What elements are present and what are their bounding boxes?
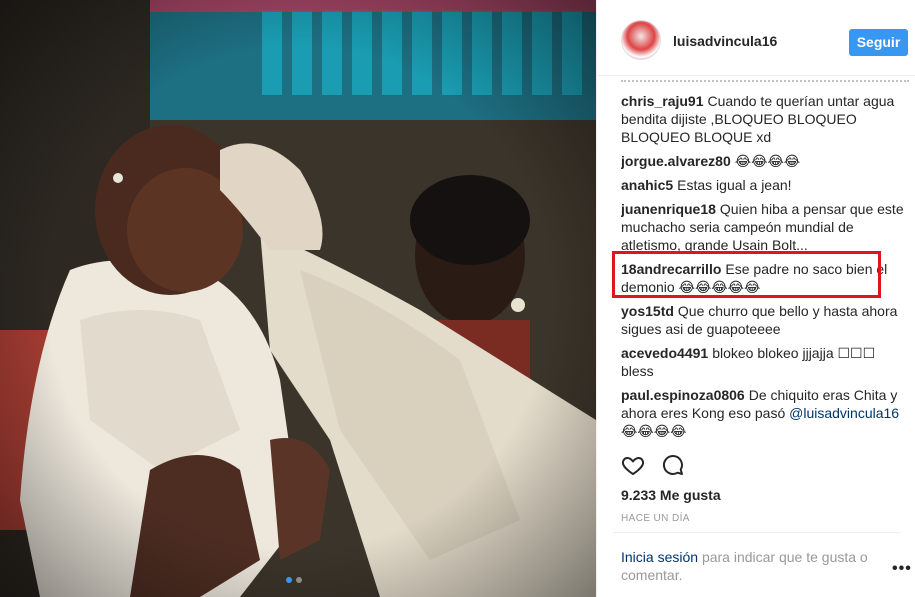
comment-mention[interactable]: @luisadvincula16 xyxy=(789,405,899,421)
comment-author[interactable]: paul.espinoza0806 xyxy=(621,387,745,403)
comment-item: paul.espinoza0806 De chiquito eras Chita … xyxy=(621,386,909,437)
heart-icon[interactable] xyxy=(621,453,645,479)
carousel-indicator xyxy=(286,577,302,583)
login-prompt: Inicia sesión para indicar que te gusta … xyxy=(621,548,881,584)
login-link[interactable]: Inicia sesión xyxy=(621,549,698,565)
carousel-dot xyxy=(296,577,302,583)
comment-author[interactable]: chris_raju91 xyxy=(621,93,704,109)
comment-item: juanenrique18 Quien hiba a pensar que est… xyxy=(621,200,909,254)
comment-item: jorgue.alvarez80 😂😂😂😂 xyxy=(621,152,909,170)
divider xyxy=(613,532,900,533)
post-actions xyxy=(621,453,685,479)
comment-author[interactable]: acevedo4491 xyxy=(621,345,708,361)
comment-item: chris_raju91 Cuando te querían untar agua… xyxy=(621,92,909,146)
post-photo[interactable] xyxy=(0,0,596,597)
follow-button[interactable]: Seguir xyxy=(849,29,908,56)
post-timestamp[interactable]: Hace un día xyxy=(621,513,690,524)
comment-item: yos15td Que churro que bello y hasta ahor… xyxy=(621,302,909,338)
comment-author[interactable]: yos15td xyxy=(621,303,674,319)
post-username[interactable]: luisadvincula16 xyxy=(673,33,777,49)
comment-author[interactable]: jorgue.alvarez80 xyxy=(621,153,731,169)
post-sidebar: luisadvincula16 Seguir chris_raju91 Cuand… xyxy=(596,0,915,597)
post-header: luisadvincula16 Seguir xyxy=(597,0,915,76)
like-count[interactable]: 9.233 Me gusta xyxy=(621,487,721,503)
carousel-dot-active xyxy=(286,577,292,583)
comment-icon[interactable] xyxy=(661,453,685,479)
comment-emoji: 😂😂😂😂 xyxy=(621,423,687,437)
comment-item: anahic5 Estas igual a jean! xyxy=(621,176,909,194)
comment-author[interactable]: juanenrique18 xyxy=(621,201,716,217)
comment-text: Estas igual a jean! xyxy=(677,177,792,193)
photo-illustration xyxy=(0,0,596,597)
more-options-icon[interactable]: ••• xyxy=(892,561,911,580)
clipped-comment-edge xyxy=(621,80,909,86)
highlight-annotation-box xyxy=(612,251,881,298)
avatar[interactable] xyxy=(621,20,661,60)
comment-author[interactable]: anahic5 xyxy=(621,177,673,193)
comment-item: acevedo4491 blokeo blokeo jjjajja ☐☐☐ ble… xyxy=(621,344,909,380)
comment-text: 😂😂😂😂 xyxy=(734,153,801,169)
